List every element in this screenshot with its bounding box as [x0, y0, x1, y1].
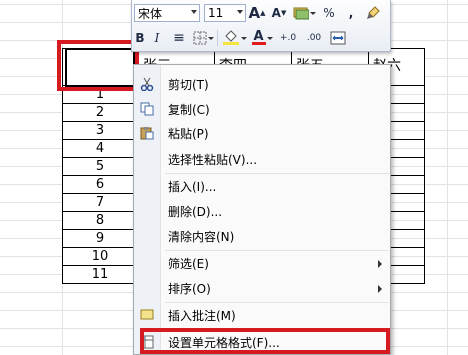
mini-toolbar: 宋体 11 A ▲ A ▼ % , B I ≡ A +.0 .00: [131, 0, 391, 52]
row-number-cell[interactable]: 5: [62, 158, 138, 176]
grow-font-icon: A: [248, 4, 261, 22]
menu-item-label: 插入(I)...: [168, 179, 217, 194]
menu-item-sort[interactable]: 排序(O): [134, 277, 390, 299]
row-number-cell[interactable]: 9: [62, 230, 138, 248]
menu-item-label: 剪切(T): [168, 77, 209, 92]
mini-toolbar-row-2: B I ≡ A +.0 .00: [134, 27, 349, 49]
menu-item-copy[interactable]: 复制(C): [134, 98, 390, 120]
brush-icon: [367, 6, 380, 19]
table-row: [391, 104, 425, 122]
menu-separator: [165, 173, 389, 174]
menu-item-label: 复制(C): [168, 102, 210, 117]
font-name-combo[interactable]: 宋体: [134, 4, 200, 22]
row-number-cell[interactable]: 8: [62, 212, 138, 230]
shrink-font-button[interactable]: A ▼: [268, 3, 290, 23]
font-size-combo[interactable]: 11: [204, 4, 246, 22]
menu-item-clear-contents[interactable]: 清除内容(N): [134, 225, 390, 247]
row-number-cell[interactable]: 11: [62, 266, 138, 284]
increase-decimal-button[interactable]: +.0: [275, 28, 301, 48]
menu-item-label: 选择性粘贴(V)...: [168, 152, 258, 167]
copy-icon: [134, 98, 160, 120]
table-row: [391, 122, 425, 140]
menu-item-label: 筛选(E): [168, 256, 209, 271]
menu-item-filter[interactable]: 筛选(E): [134, 252, 390, 274]
font-name-value: 宋体: [138, 6, 163, 21]
table-row: [391, 212, 425, 230]
merge-center-button[interactable]: [327, 28, 349, 48]
table-row: [391, 176, 425, 194]
row-number-cell[interactable]: 10: [62, 248, 138, 266]
fill-color-button[interactable]: [219, 28, 249, 48]
borders-icon: [193, 31, 206, 45]
row-number-cell[interactable]: 7: [62, 194, 138, 212]
submenu-arrow-icon: [378, 260, 382, 268]
table-row: [391, 86, 425, 104]
selected-cell[interactable]: [65, 48, 135, 87]
format-cells-highlight: [140, 328, 390, 354]
chevron-down-icon: [237, 10, 243, 14]
row-number-cell[interactable]: 6: [62, 176, 138, 194]
bold-button[interactable]: B: [134, 28, 146, 48]
paint-bucket-icon: [222, 30, 239, 45]
italic-button[interactable]: I: [146, 28, 168, 48]
menu-item-cut[interactable]: 剪切(T): [134, 73, 390, 95]
table-row: [391, 140, 425, 158]
font-size-value: 11: [208, 6, 224, 20]
menu-item-label: 排序(O): [168, 281, 211, 296]
table-row: [391, 158, 425, 176]
font-color-button[interactable]: A: [249, 28, 275, 48]
table-row: [391, 194, 425, 212]
menu-item-paste-special[interactable]: 选择性粘贴(V)...: [134, 148, 390, 170]
selected-cell-highlight: [57, 40, 139, 91]
percent-button[interactable]: %: [318, 3, 340, 23]
row-number-column: 1 2 3 4 5 6 7 8 9 10 11: [62, 86, 138, 284]
menu-item-label: 清除内容(N): [168, 229, 235, 244]
merge-cells-icon: [330, 31, 346, 45]
menu-item-label: 粘贴(P): [168, 126, 209, 141]
menu-item-insert-comment[interactable]: 插入批注(M): [134, 304, 390, 326]
grow-font-button[interactable]: A ▲: [246, 3, 268, 23]
mini-toolbar-row-1: 宋体 11 A ▲ A ▼ % ,: [134, 2, 384, 24]
row-number-cell[interactable]: 4: [62, 140, 138, 158]
row-number-cell[interactable]: 2: [62, 104, 138, 122]
table-row: [391, 266, 425, 284]
comma-button[interactable]: ,: [340, 3, 362, 23]
paste-icon: [134, 122, 160, 144]
menu-separator: [165, 250, 389, 251]
row-number-cell[interactable]: 3: [62, 122, 138, 140]
menu-item-delete[interactable]: 删除(D)...: [134, 200, 390, 222]
money-icon: [293, 7, 309, 20]
scissors-icon: [134, 73, 160, 95]
menu-item-label: 插入批注(M): [168, 308, 236, 323]
decrease-decimal-button[interactable]: .00: [301, 28, 327, 48]
font-color-icon: A: [253, 28, 264, 44]
shrink-font-icon: A: [271, 6, 281, 20]
table-row: [391, 248, 425, 266]
chevron-down-icon: [191, 10, 197, 14]
borders-button[interactable]: [190, 28, 216, 48]
format-painter-button[interactable]: [362, 3, 384, 23]
menu-separator: [165, 302, 389, 303]
menu-item-paste[interactable]: 粘贴(P): [134, 122, 390, 144]
menu-item-insert[interactable]: 插入(I)...: [134, 175, 390, 197]
submenu-arrow-icon: [378, 285, 382, 293]
table-row: [391, 230, 425, 248]
menu-item-label: 删除(D)...: [168, 204, 223, 219]
comment-icon: [134, 304, 160, 326]
context-menu: 剪切(T) 复制(C) 粘贴(P) 选择性粘贴(V)... 插入(I)... 删…: [133, 64, 391, 355]
accounting-format-button[interactable]: [290, 3, 318, 23]
center-align-button[interactable]: ≡: [168, 28, 190, 48]
